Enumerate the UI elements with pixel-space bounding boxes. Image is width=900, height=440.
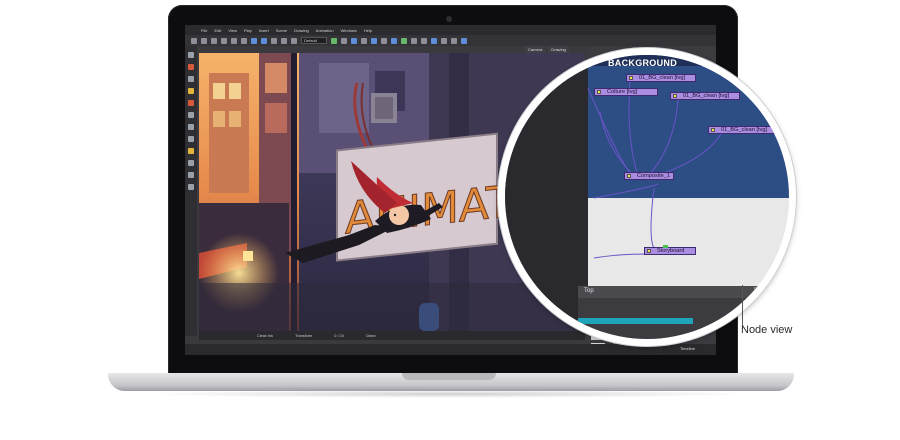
menu-bar: File Edit View Play Insert Scene Drawing… — [185, 25, 716, 35]
onion-skin-icon[interactable] — [361, 37, 367, 44]
play-icon[interactable] — [331, 37, 337, 44]
node-01-bg-clean-b[interactable]: 01_BG_clean [tvg] — [670, 92, 740, 100]
new-icon[interactable] — [191, 37, 197, 44]
tab-timeline[interactable]: Timeline — [680, 346, 695, 351]
preview-icon[interactable] — [411, 37, 417, 44]
menu-edit[interactable]: Edit — [214, 28, 221, 33]
node-input-port[interactable] — [663, 245, 668, 248]
zoom-tool-icon[interactable] — [188, 184, 194, 190]
dropper-tool-icon[interactable] — [188, 148, 194, 154]
node-colture[interactable]: Colture [tvg] — [594, 88, 658, 96]
line-tool-icon[interactable] — [188, 124, 194, 130]
select-tool-icon[interactable] — [188, 52, 194, 58]
node-view-magnifier: BACKGROUND 01_BG_clean [tvg] Colture [tv… — [498, 48, 796, 346]
deformer-icon[interactable] — [451, 37, 457, 44]
peg-icon[interactable] — [461, 37, 467, 44]
node-port[interactable] — [627, 174, 631, 178]
flip-icon[interactable] — [291, 37, 297, 44]
menu-drawing[interactable]: Drawing — [294, 28, 309, 33]
hand-tool-icon[interactable] — [188, 172, 194, 178]
node-port[interactable] — [597, 90, 601, 94]
node-label: 01_BG_clean [tvg] — [639, 75, 686, 81]
tab-drawing[interactable]: Drawing — [548, 46, 569, 53]
loop-icon[interactable] — [351, 37, 357, 44]
node-label: Storyboard — [657, 248, 685, 254]
light-table-icon[interactable] — [371, 37, 377, 44]
grid-icon[interactable] — [381, 37, 387, 44]
pencil-tool-icon[interactable] — [188, 76, 194, 82]
menu-scene[interactable]: Scene — [276, 28, 287, 33]
node-view-search-bar: Top — [578, 286, 789, 298]
timeline-track[interactable] — [578, 318, 693, 324]
camera-icon[interactable] — [391, 37, 397, 44]
node-composite[interactable]: Composite_1 — [624, 172, 674, 180]
morph-icon[interactable] — [431, 37, 437, 44]
node-port[interactable] — [673, 94, 677, 98]
tools-toolbar — [185, 46, 197, 336]
zoom-icon[interactable] — [271, 37, 277, 44]
undo-icon[interactable] — [251, 37, 257, 44]
tab-camera[interactable]: Camera — [525, 46, 546, 53]
transform-tool-icon[interactable] — [188, 160, 194, 166]
copy-icon[interactable] — [231, 37, 237, 44]
node-label: 01_BG_clean [tvg] — [683, 93, 730, 99]
menu-file[interactable]: File — [201, 28, 207, 33]
node-port[interactable] — [647, 249, 651, 253]
callout-leader-line — [742, 285, 743, 329]
menu-insert[interactable]: Insert — [259, 28, 269, 33]
eraser-tool-icon[interactable] — [188, 88, 194, 94]
callout-label: Node view — [741, 324, 793, 336]
node-label: 01_BG_clean [tvg] — [721, 127, 768, 133]
cut-icon[interactable] — [221, 37, 227, 44]
laptop-shadow — [140, 390, 760, 398]
status-transform: Transform — [295, 333, 313, 338]
node-storyboard[interactable]: Storyboard — [644, 245, 696, 255]
stop-icon[interactable] — [341, 37, 347, 44]
paste-icon[interactable] — [241, 37, 247, 44]
save-icon[interactable] — [211, 37, 217, 44]
search-icon[interactable] — [754, 287, 763, 296]
status-zoom[interactable]: Clean — [366, 334, 376, 338]
shape-tool-icon[interactable] — [188, 136, 194, 142]
status-frame: 0 / 24 — [334, 333, 344, 338]
brush-tool-icon[interactable] — [188, 64, 194, 70]
view-tabs: Camera Drawing — [525, 46, 585, 53]
webcam — [446, 16, 452, 22]
node-label: Colture [tvg] — [607, 89, 638, 95]
node-search-text[interactable]: Top — [584, 288, 594, 294]
render-icon[interactable] — [401, 37, 407, 44]
node-group-title: BACKGROUND — [608, 58, 677, 68]
bone-icon[interactable] — [441, 37, 447, 44]
workspace-select[interactable]: Default — [301, 37, 327, 44]
text-tool-icon[interactable] — [188, 112, 194, 118]
open-icon[interactable] — [201, 37, 207, 44]
paint-bucket-icon[interactable] — [188, 100, 194, 106]
node-view-bottom-panel — [578, 298, 789, 339]
sound-icon[interactable] — [421, 37, 427, 44]
node-port[interactable] — [629, 76, 633, 80]
redo-icon[interactable] — [261, 37, 267, 44]
node-port[interactable] — [711, 128, 715, 132]
status-clean-ink: Clean Ink — [257, 333, 274, 338]
menu-play[interactable]: Play — [244, 28, 252, 33]
menu-help[interactable]: Help — [364, 28, 372, 33]
main-toolbar: Default — [185, 35, 716, 46]
node-01-bg-clean-c[interactable]: 01_BG_clean [tvg] — [708, 126, 778, 134]
menu-animation[interactable]: Animation — [316, 28, 334, 33]
node-01-bg-clean-a[interactable]: 01_BG_clean [tvg] — [626, 74, 696, 82]
laptop-notch — [402, 373, 496, 380]
rotate-icon[interactable] — [281, 37, 287, 44]
node-search-field[interactable] — [767, 287, 789, 296]
menu-windows[interactable]: Windows — [341, 28, 357, 33]
node-label: Composite_1 — [637, 173, 670, 179]
menu-view[interactable]: View — [228, 28, 237, 33]
